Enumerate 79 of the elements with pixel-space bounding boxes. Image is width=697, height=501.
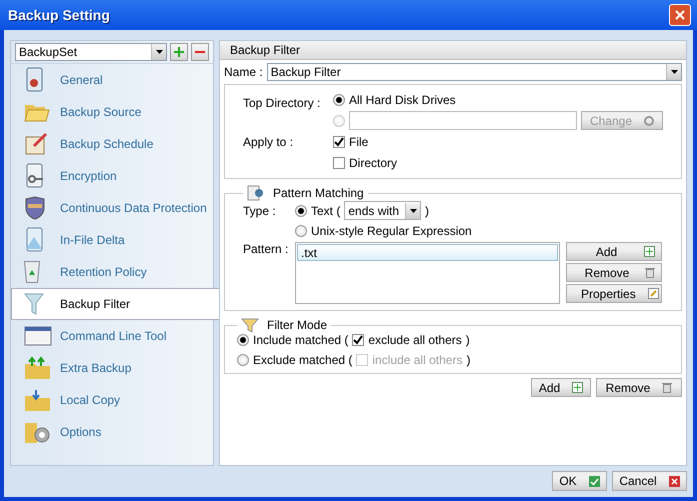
- sidebar-item[interactable]: Retention Policy: [11, 256, 213, 288]
- filter-button[interactable]: Add: [531, 378, 591, 397]
- panel-header: Backup Filter: [220, 41, 686, 60]
- name-label: Name :: [224, 65, 263, 79]
- pattern-button[interactable]: Properties: [566, 284, 662, 303]
- filter-button[interactable]: Remove: [596, 378, 682, 397]
- calendar-icon: [24, 132, 50, 156]
- match-dropdown[interactable]: ends with: [344, 201, 422, 220]
- pattern-button[interactable]: Remove: [566, 263, 662, 282]
- shield-icon: [24, 196, 46, 220]
- remove-button[interactable]: [191, 43, 209, 61]
- check-icon: [588, 476, 600, 486]
- radio-button[interactable]: [237, 334, 249, 346]
- group-title: Pattern Matching: [273, 186, 364, 200]
- window-title: Backup Setting: [8, 7, 110, 23]
- radio-button[interactable]: [237, 354, 249, 366]
- pencil-icon: [648, 288, 659, 299]
- checkbox-label: include all others: [372, 353, 462, 367]
- group-title: Filter Mode: [267, 318, 328, 332]
- pattern-label: Pattern :: [243, 242, 290, 256]
- checkbox-label: Directory: [349, 156, 398, 170]
- checkbox[interactable]: [333, 136, 345, 148]
- paren-text: ): [466, 353, 470, 367]
- caret-icon: [410, 208, 417, 212]
- sidebar-item[interactable]: Local Copy: [11, 384, 213, 416]
- key-document-icon: [24, 163, 46, 189]
- sidebar-item[interactable]: Extra Backup: [11, 352, 213, 384]
- name-dropdown[interactable]: Backup Filter: [266, 63, 682, 81]
- sidebar-item[interactable]: Backup Filter: [11, 288, 219, 320]
- add-icon: [644, 246, 655, 257]
- funnel-icon: [241, 317, 259, 333]
- radio-label: Text (: [311, 204, 340, 218]
- checkbox-label: File: [349, 135, 368, 149]
- bin-icon: [645, 267, 655, 278]
- sidebar-item[interactable]: Continuous Data Protection: [11, 192, 213, 224]
- apply-to-label: Apply to :: [243, 135, 294, 149]
- checkbox[interactable]: [333, 157, 345, 169]
- refresh-icon: [644, 116, 654, 126]
- bin-icon: [24, 261, 40, 283]
- folder-icon: [24, 356, 52, 380]
- paren-text: ): [466, 333, 470, 347]
- funnel-icon: [24, 292, 44, 316]
- caret-icon: [670, 70, 678, 74]
- radio-label: Exclude matched (: [253, 353, 352, 367]
- add-icon: [572, 382, 584, 393]
- pattern-item[interactable]: .txt: [297, 244, 558, 261]
- add-button[interactable]: [170, 43, 188, 61]
- sidebar-item[interactable]: In-File Delta: [11, 224, 213, 256]
- pattern-icon: [247, 185, 265, 201]
- close-icon: [668, 476, 680, 486]
- radio-label: All Hard Disk Drives: [349, 93, 456, 107]
- radio-button[interactable]: [295, 225, 307, 237]
- bin-icon: [662, 382, 672, 393]
- console-icon: [24, 325, 52, 347]
- close-button[interactable]: [669, 4, 691, 26]
- directory-field[interactable]: [349, 111, 577, 130]
- close-icon: [674, 9, 686, 21]
- radio-label: Unix-style Regular Expression: [311, 224, 472, 238]
- type-label: Type :: [243, 204, 277, 218]
- caret-icon: [156, 50, 162, 54]
- folder-icon: [24, 388, 52, 412]
- dialog-button[interactable]: OK: [552, 471, 607, 491]
- dialog-button[interactable]: Cancel: [612, 471, 687, 491]
- radio-button[interactable]: [333, 94, 345, 106]
- paren-text: ): [425, 204, 430, 218]
- radio-button[interactable]: [295, 204, 307, 216]
- plus-icon: [174, 47, 184, 57]
- backup-set-dropdown[interactable]: BackupSet: [15, 43, 167, 61]
- sidebar-item[interactable]: Options: [11, 416, 213, 448]
- checkbox-label: exclude all others: [368, 333, 462, 347]
- radio-label: Include matched (: [253, 333, 348, 347]
- checkbox[interactable]: [352, 334, 364, 346]
- sidebar-item[interactable]: General: [11, 64, 213, 96]
- sidebar-item[interactable]: Command Line Tool: [11, 320, 213, 352]
- top-directory-label: Top Directory :: [243, 96, 322, 110]
- sidebar-item[interactable]: Encryption: [11, 160, 213, 192]
- sidebar-item[interactable]: Backup Source: [11, 96, 213, 128]
- pattern-button[interactable]: Add: [566, 242, 662, 261]
- sidebar-item[interactable]: Backup Schedule: [11, 128, 213, 160]
